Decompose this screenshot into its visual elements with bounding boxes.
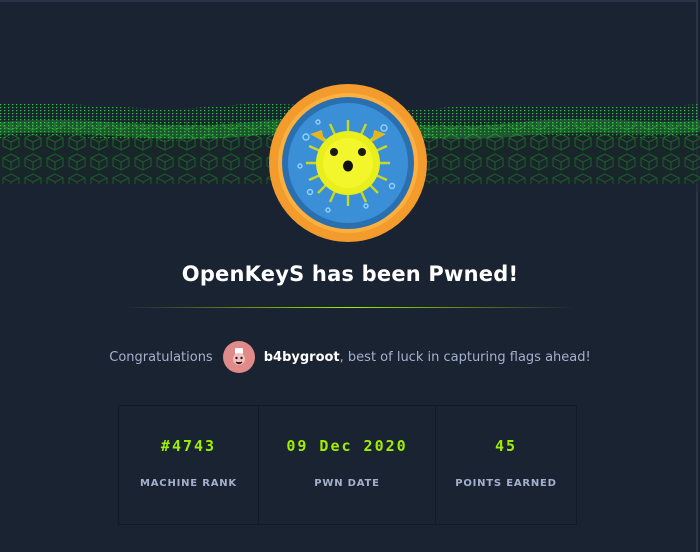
username-link[interactable]: b4bygroot: [264, 350, 340, 365]
stat-machine-rank: #4743 MACHINE RANK: [119, 406, 258, 524]
points-earned-label: POINTS EARNED: [455, 478, 557, 489]
stat-pwn-date: 09 Dec 2020 PWN DATE: [258, 406, 435, 524]
page-title: OpenKeyS has been Pwned!: [181, 262, 519, 286]
avatar-face-icon: [232, 348, 245, 365]
stats-table: #4743 MACHINE RANK 09 Dec 2020 PWN DATE …: [118, 405, 577, 525]
points-earned-value: 45: [494, 437, 518, 455]
pwn-date-label: PWN DATE: [314, 478, 380, 489]
congrats-prefix: Congratulations: [109, 349, 213, 365]
title-divider: [125, 307, 575, 308]
user-avatar-icon[interactable]: [222, 341, 255, 373]
congrats-suffix: , best of luck in capturing flags ahead!: [339, 349, 591, 365]
congrats-message: Congratulations b4bygroot , best of luck…: [0, 340, 700, 374]
machine-rank-value: #4743: [160, 437, 217, 455]
pwn-date-value: 09 Dec 2020: [286, 437, 408, 455]
machine-badge-icon: [269, 84, 427, 242]
machine-rank-label: MACHINE RANK: [140, 478, 237, 489]
stat-points-earned: 45 POINTS EARNED: [435, 406, 576, 524]
